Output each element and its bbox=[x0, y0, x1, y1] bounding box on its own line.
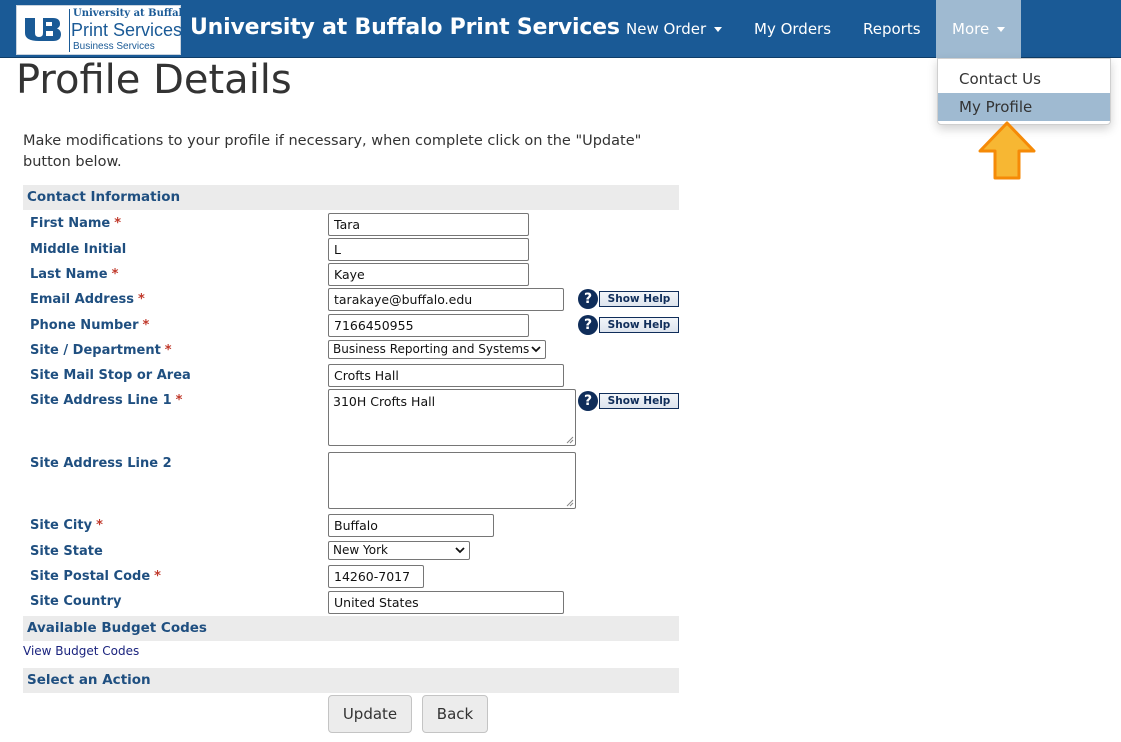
question-icon: ? bbox=[578, 289, 598, 309]
show-help-button[interactable]: Show Help bbox=[599, 291, 679, 307]
page-title: Profile Details bbox=[16, 57, 292, 103]
department-select[interactable]: Business Reporting and Systems bbox=[328, 340, 546, 359]
chevron-down-icon bbox=[531, 346, 541, 353]
city-input[interactable]: Buffalo bbox=[328, 514, 494, 537]
show-help-button[interactable]: Show Help bbox=[599, 393, 679, 409]
postal-label: Site Postal Code * bbox=[30, 569, 161, 584]
logo-print-services-text: Print Services bbox=[71, 20, 183, 40]
department-select-value: Business Reporting and Systems bbox=[333, 342, 530, 356]
email-input[interactable]: tarakaye@buffalo.edu bbox=[328, 288, 564, 311]
mail-stop-label: Site Mail Stop or Area bbox=[30, 368, 191, 383]
question-icon: ? bbox=[578, 315, 598, 335]
address1-textarea[interactable]: 310H Crofts Hall bbox=[328, 389, 576, 446]
required-marker: * bbox=[138, 292, 145, 307]
state-select-value: New York bbox=[333, 543, 388, 557]
nav-new-order-label: New Order bbox=[626, 20, 707, 38]
logo-business-services-text: Business Services bbox=[73, 41, 155, 52]
ub-logo[interactable]: University at Buffalo Print Services Bus… bbox=[16, 5, 189, 55]
intro-text: Make modifications to your profile if ne… bbox=[23, 133, 642, 170]
required-marker: * bbox=[154, 569, 161, 584]
menu-item-my-profile[interactable]: My Profile bbox=[938, 93, 1110, 121]
address2-label: Site Address Line 2 bbox=[30, 456, 172, 471]
email-show-help[interactable]: ? Show Help bbox=[578, 289, 679, 310]
phone-label: Phone Number * bbox=[30, 318, 149, 333]
resize-grip-icon[interactable] bbox=[565, 435, 574, 444]
section-contact-information: Contact Information bbox=[23, 185, 679, 210]
chevron-down-icon bbox=[455, 547, 465, 554]
required-marker: * bbox=[114, 216, 122, 231]
logo-divider bbox=[69, 9, 70, 52]
up-arrow-pointer-icon bbox=[978, 121, 1036, 180]
required-marker: * bbox=[175, 393, 183, 408]
country-input[interactable]: United States bbox=[328, 591, 564, 614]
nav-new-order[interactable]: New Order bbox=[610, 0, 738, 58]
nav-my-orders[interactable]: My Orders bbox=[738, 0, 847, 58]
email-label-text: Email Address bbox=[30, 292, 135, 307]
navbar: University at Buffalo Print Services Bus… bbox=[0, 0, 1121, 58]
required-marker: * bbox=[111, 267, 119, 282]
required-marker: * bbox=[164, 343, 172, 358]
site-brand-title[interactable]: University at Buffalo Print Services bbox=[190, 15, 620, 40]
phone-show-help[interactable]: ? Show Help bbox=[578, 315, 679, 336]
first-name-input[interactable]: Tara bbox=[328, 213, 529, 236]
section-available-budget-codes: Available Budget Codes bbox=[23, 616, 679, 641]
department-label-text: Site / Department bbox=[30, 343, 161, 358]
more-dropdown-menu: Contact Us My Profile bbox=[937, 58, 1111, 125]
first-name-label: First Name * bbox=[30, 216, 121, 231]
resize-grip-icon[interactable] bbox=[565, 498, 574, 507]
last-name-label-text: Last Name bbox=[30, 267, 108, 282]
email-label: Email Address * bbox=[30, 292, 145, 307]
nav-reports[interactable]: Reports bbox=[847, 0, 937, 58]
mail-stop-input[interactable]: Crofts Hall bbox=[328, 364, 564, 387]
menu-item-contact-us[interactable]: Contact Us bbox=[938, 65, 1110, 93]
address1-label-text: Site Address Line 1 bbox=[30, 393, 172, 408]
address1-show-help[interactable]: ? Show Help bbox=[578, 391, 679, 412]
caret-down-icon bbox=[997, 27, 1006, 32]
postal-code-input[interactable]: 14260-7017 bbox=[328, 565, 424, 588]
required-marker: * bbox=[142, 318, 150, 333]
city-label-text: Site City bbox=[30, 518, 93, 533]
department-label: Site / Department * bbox=[30, 343, 172, 358]
phone-label-text: Phone Number bbox=[30, 318, 139, 333]
caret-down-icon bbox=[714, 27, 723, 32]
postal-label-text: Site Postal Code bbox=[30, 569, 151, 584]
city-label: Site City * bbox=[30, 518, 103, 533]
country-label: Site Country bbox=[30, 594, 122, 609]
middle-initial-input[interactable]: L bbox=[328, 238, 529, 261]
nav-more-label: More bbox=[952, 20, 990, 38]
address1-label: Site Address Line 1 * bbox=[30, 393, 182, 408]
last-name-label: Last Name * bbox=[30, 267, 118, 282]
ub-monogram-icon bbox=[25, 18, 61, 41]
first-name-label-text: First Name bbox=[30, 216, 111, 231]
nav-more[interactable]: More bbox=[936, 0, 1021, 58]
section-select-an-action: Select an Action bbox=[23, 668, 679, 693]
state-select[interactable]: New York bbox=[328, 541, 470, 560]
state-label: Site State bbox=[30, 544, 103, 559]
show-help-button[interactable]: Show Help bbox=[599, 317, 679, 333]
question-icon: ? bbox=[578, 391, 598, 411]
back-button[interactable]: Back bbox=[422, 695, 488, 733]
address2-textarea[interactable] bbox=[328, 452, 576, 509]
logo-university-text: University at Buffalo bbox=[73, 8, 190, 19]
middle-initial-label: Middle Initial bbox=[30, 242, 127, 257]
view-budget-codes-link[interactable]: View Budget Codes bbox=[23, 644, 139, 658]
address1-value: 310H Crofts Hall bbox=[333, 394, 436, 409]
last-name-input[interactable]: Kaye bbox=[328, 263, 529, 286]
phone-input[interactable]: 7166450955 bbox=[328, 314, 529, 337]
required-marker: * bbox=[96, 518, 103, 533]
update-button[interactable]: Update bbox=[328, 695, 412, 733]
